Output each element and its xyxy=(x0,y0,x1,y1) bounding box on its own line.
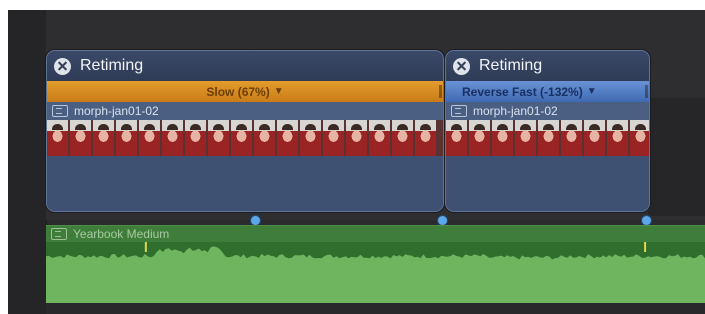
clip-name: morph-jan01-02 xyxy=(74,104,159,118)
clip-label: morph-jan01-02 xyxy=(446,102,649,120)
filmstrip-frame xyxy=(208,120,229,156)
dropdown-arrow-icon: ▼ xyxy=(586,86,597,97)
audio-clip-name: Yearbook Medium xyxy=(73,227,170,241)
empty-timeline-area xyxy=(648,98,705,216)
filmstrip-frame xyxy=(162,120,183,156)
retime-handle[interactable] xyxy=(645,85,648,98)
filmstrip xyxy=(47,120,443,156)
audio-clip[interactable]: Yearbook Medium xyxy=(46,225,705,304)
filmstrip-frame xyxy=(538,120,559,156)
video-clip-1[interactable]: Retiming Slow (67%) ▼ morph-jan01-02 xyxy=(46,50,444,212)
filmstrip-frame xyxy=(561,120,582,156)
clip-appearance-icon[interactable] xyxy=(52,105,68,117)
filmstrip-frame xyxy=(185,120,206,156)
retiming-title: Retiming xyxy=(479,57,543,74)
track-gutter xyxy=(8,10,47,314)
filmstrip-frame xyxy=(607,120,628,156)
timeline: Retiming Slow (67%) ▼ morph-jan01-02 Ret… xyxy=(8,10,705,314)
video-clip-2[interactable]: Retiming Reverse Fast (-132%) ▼ morph-ja… xyxy=(445,50,650,212)
retiming-header: Retiming xyxy=(47,51,443,81)
clip-appearance-icon[interactable] xyxy=(51,228,67,240)
filmstrip-frame xyxy=(93,120,114,156)
audio-clip-label: Yearbook Medium xyxy=(46,226,705,242)
filmstrip-frame xyxy=(47,120,68,156)
filmstrip-frame xyxy=(515,120,536,156)
playhead-marker[interactable] xyxy=(251,216,260,225)
filmstrip-frame xyxy=(492,120,513,156)
retiming-title: Retiming xyxy=(80,57,144,74)
filmstrip-frame xyxy=(346,120,367,156)
clip-appearance-icon[interactable] xyxy=(451,105,467,117)
speed-menu-bar[interactable]: Reverse Fast (-132%) ▼ xyxy=(446,81,649,102)
filmstrip-frame xyxy=(446,120,467,156)
retiming-header: Retiming xyxy=(446,51,649,81)
clip-name: morph-jan01-02 xyxy=(473,104,558,118)
filmstrip-frame xyxy=(300,120,321,156)
filmstrip-frame xyxy=(392,120,413,156)
playhead-marker[interactable] xyxy=(642,216,651,225)
filmstrip-frame xyxy=(584,120,605,156)
retime-handle[interactable] xyxy=(439,85,442,98)
filmstrip-frame xyxy=(70,120,91,156)
filmstrip-frame xyxy=(469,120,490,156)
close-icon[interactable] xyxy=(54,57,71,75)
audio-waveform xyxy=(46,242,705,304)
dropdown-arrow-icon: ▼ xyxy=(273,86,284,97)
filmstrip-frame xyxy=(323,120,344,156)
filmstrip-frame xyxy=(415,120,436,156)
filmstrip-frame xyxy=(116,120,137,156)
speed-menu-bar[interactable]: Slow (67%) ▼ xyxy=(47,81,443,102)
filmstrip-frame xyxy=(231,120,252,156)
filmstrip-frame xyxy=(139,120,160,156)
timeline-bottom xyxy=(46,303,705,314)
filmstrip-frame xyxy=(630,120,649,156)
close-icon[interactable] xyxy=(453,57,470,75)
filmstrip xyxy=(446,120,649,156)
speed-label: Slow (67%) xyxy=(206,84,270,99)
filmstrip-frame xyxy=(254,120,275,156)
speed-label: Reverse Fast (-132%) xyxy=(462,84,583,99)
clip-body xyxy=(47,156,443,211)
filmstrip-frame xyxy=(277,120,298,156)
clip-label: morph-jan01-02 xyxy=(47,102,443,120)
filmstrip-frame xyxy=(369,120,390,156)
clip-body xyxy=(446,156,649,211)
playhead-marker[interactable] xyxy=(438,216,447,225)
